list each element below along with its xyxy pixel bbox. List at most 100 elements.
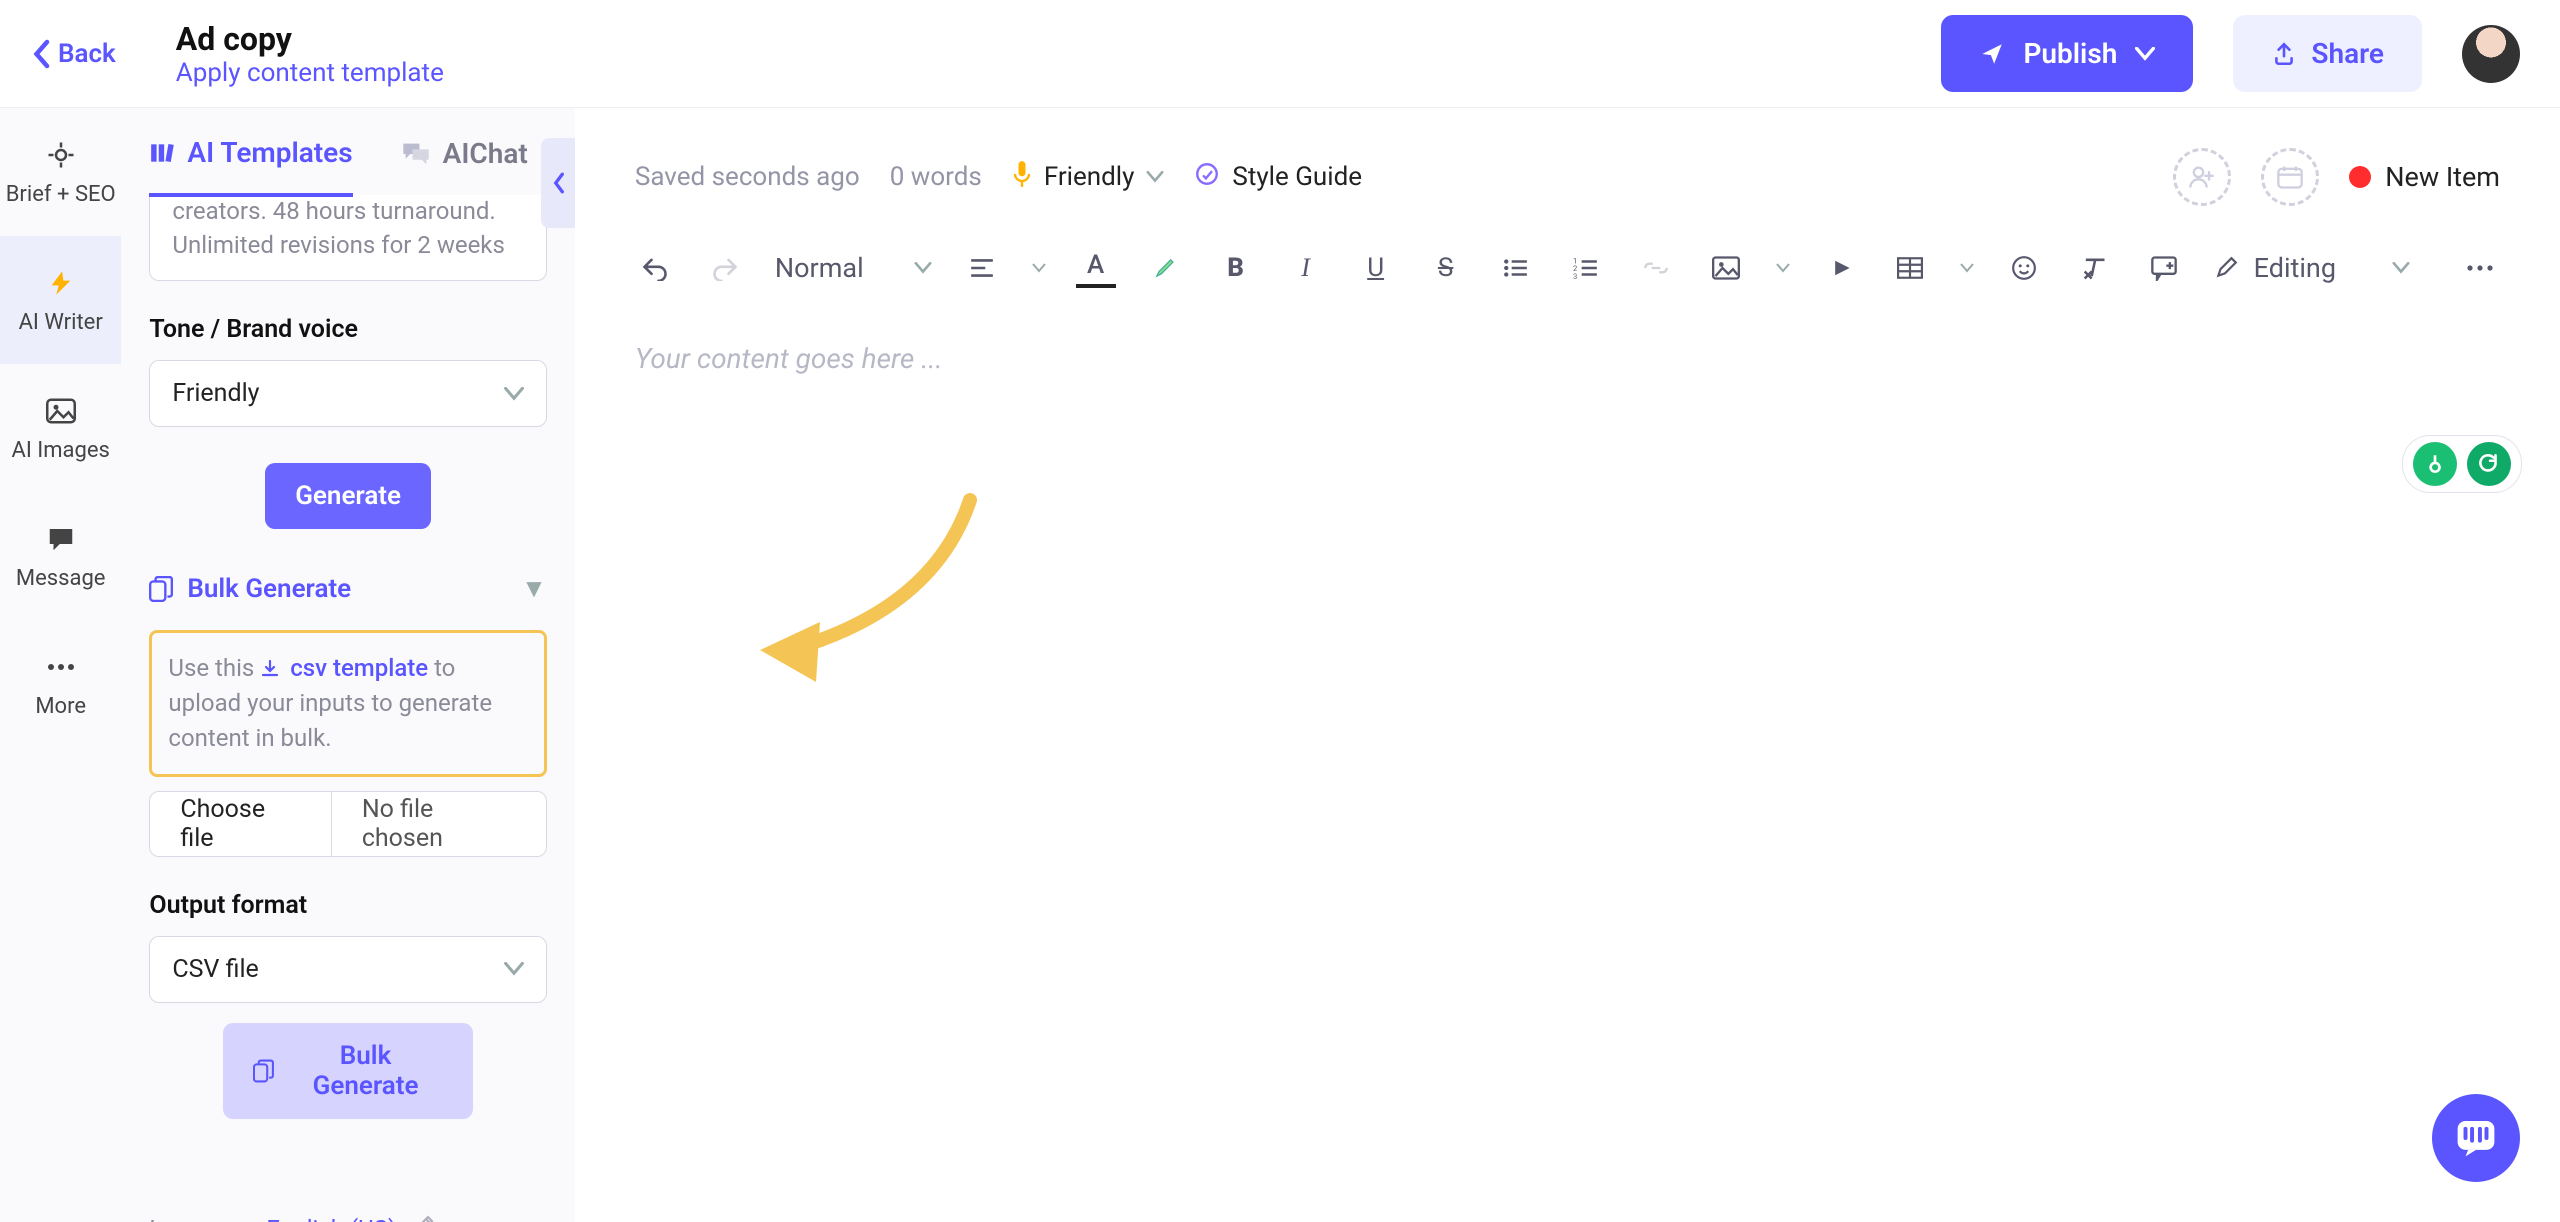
chevron-down-icon <box>2135 47 2155 61</box>
editor-body[interactable]: Your content goes here ... <box>575 312 2560 1222</box>
language-value[interactable]: English (US) <box>266 1215 396 1222</box>
redo-button[interactable] <box>705 248 745 288</box>
bolt-icon <box>44 266 78 300</box>
bulk-generate-btn-label: Bulk Generate <box>288 1041 443 1101</box>
download-icon <box>260 654 286 682</box>
output-format-value: CSV file <box>172 955 258 984</box>
underline-button[interactable]: U <box>1356 248 1396 288</box>
status-dropdown[interactable]: New Item <box>2349 161 2500 193</box>
bold-button[interactable]: B <box>1216 248 1256 288</box>
saved-status: Saved seconds ago <box>635 162 860 192</box>
bulk-generate-toggle[interactable]: Bulk Generate ▼ <box>149 573 547 604</box>
copy-icon <box>149 576 173 602</box>
bullet-list-button[interactable] <box>1496 248 1536 288</box>
strikethrough-button[interactable]: S <box>1426 248 1466 288</box>
publish-label: Publish <box>2023 37 2117 70</box>
add-collaborator-button[interactable] <box>2173 148 2231 206</box>
rail-more[interactable]: More <box>0 620 121 748</box>
schedule-button[interactable] <box>2261 148 2319 206</box>
rail-label: AI Writer <box>19 310 103 335</box>
tone-chip-label: Friendly <box>1044 162 1135 192</box>
chevron-down-icon <box>1146 171 1164 183</box>
status-dot-icon <box>2349 166 2371 188</box>
tone-select[interactable]: Friendly <box>149 360 547 427</box>
choose-file-button[interactable]: Choose file <box>150 792 331 856</box>
comment-button[interactable] <box>2144 248 2184 288</box>
svg-text:3: 3 <box>1573 272 1577 279</box>
copy-icon <box>253 1059 274 1083</box>
font-color-button[interactable]: A <box>1076 248 1116 288</box>
left-panel: AI Templates AIChat creators. 48 hours t… <box>121 108 575 1222</box>
style-guide-chip[interactable]: Style Guide <box>1194 161 1362 194</box>
tab-ai-templates[interactable]: AI Templates <box>149 136 352 197</box>
undo-button[interactable] <box>635 248 675 288</box>
rail-ai-writer[interactable]: AI Writer <box>0 236 121 364</box>
upload-icon <box>2271 41 2297 67</box>
back-button[interactable]: Back <box>30 39 116 69</box>
image-button[interactable] <box>1706 248 1746 288</box>
align-button[interactable] <box>962 248 1002 288</box>
publish-button[interactable]: Publish <box>1941 15 2193 92</box>
mic-icon <box>1012 160 1032 195</box>
tab-ai-chat[interactable]: AIChat <box>401 136 528 195</box>
chevron-left-icon <box>30 39 52 69</box>
tab-label: AI Templates <box>187 136 352 169</box>
bulk-generate-button[interactable]: Bulk Generate <box>223 1023 473 1119</box>
tone-chip[interactable]: Friendly <box>1012 160 1165 195</box>
format-label: Normal <box>775 252 864 284</box>
file-chosen-label: No file chosen <box>332 795 546 853</box>
editor-toolbar: Normal A B I U S 123 Editing <box>575 224 2560 312</box>
output-format-select[interactable]: CSV file <box>149 936 547 1003</box>
collapse-panel-button[interactable] <box>541 138 575 228</box>
panel-tabs: AI Templates AIChat <box>149 108 547 197</box>
link-button[interactable] <box>1636 248 1676 288</box>
tone-value: Friendly <box>172 379 259 408</box>
rail-ai-images[interactable]: AI Images <box>0 364 121 492</box>
rail-label: AI Images <box>11 438 109 463</box>
output-format-label: Output format <box>149 891 547 920</box>
image-icon <box>44 394 78 428</box>
intercom-chat-button[interactable] <box>2432 1094 2520 1182</box>
chevron-down-icon <box>1960 263 1974 273</box>
chat-icon <box>44 522 78 556</box>
header: Back Ad copy Apply content template Publ… <box>0 0 2560 108</box>
chevron-down-icon <box>1032 263 1046 273</box>
editor-placeholder: Your content goes here ... <box>635 342 2500 375</box>
rail-brief-seo[interactable]: Brief + SEO <box>0 108 121 236</box>
header-actions: Publish Share <box>1941 15 2520 92</box>
format-select[interactable]: Normal <box>775 252 932 284</box>
generate-button[interactable]: Generate <box>265 463 431 529</box>
templates-icon <box>149 140 175 166</box>
title-block: Ad copy Apply content template <box>176 20 1942 88</box>
sparkle-icon <box>1194 161 1220 194</box>
word-count: 0 words <box>890 162 982 192</box>
back-label: Back <box>58 39 116 69</box>
grammarly-button[interactable] <box>2467 442 2511 486</box>
side-rail: Brief + SEO AI Writer AI Images Message … <box>0 108 121 1222</box>
emoji-button[interactable] <box>2004 248 2044 288</box>
avatar[interactable] <box>2462 25 2520 83</box>
editing-mode-select[interactable]: Editing <box>2214 252 2410 284</box>
widget-button-1[interactable] <box>2413 442 2457 486</box>
chevron-down-icon <box>504 962 524 976</box>
share-label: Share <box>2311 37 2384 70</box>
csv-template-link[interactable]: csv template <box>290 654 428 682</box>
more-toolbar-button[interactable] <box>2460 248 2500 288</box>
apply-template-link[interactable]: Apply content template <box>176 58 1942 88</box>
chevron-down-icon <box>504 387 524 401</box>
table-button[interactable] <box>1890 248 1930 288</box>
video-button[interactable] <box>1820 248 1860 288</box>
product-description-textarea[interactable]: creators. 48 hours turnaround. Unlimited… <box>149 195 547 281</box>
edit-language-button[interactable] <box>412 1215 434 1222</box>
italic-button[interactable]: I <box>1286 248 1326 288</box>
highlight-button[interactable] <box>1146 248 1186 288</box>
language-label: Language: <box>149 1215 266 1222</box>
rail-label: More <box>35 694 86 719</box>
status-label: New Item <box>2385 161 2500 193</box>
rail-message[interactable]: Message <box>0 492 121 620</box>
numbered-list-button[interactable]: 123 <box>1566 248 1606 288</box>
send-icon <box>1979 41 2005 67</box>
clear-format-button[interactable] <box>2074 248 2114 288</box>
editing-label: Editing <box>2254 252 2336 284</box>
share-button[interactable]: Share <box>2233 15 2422 92</box>
